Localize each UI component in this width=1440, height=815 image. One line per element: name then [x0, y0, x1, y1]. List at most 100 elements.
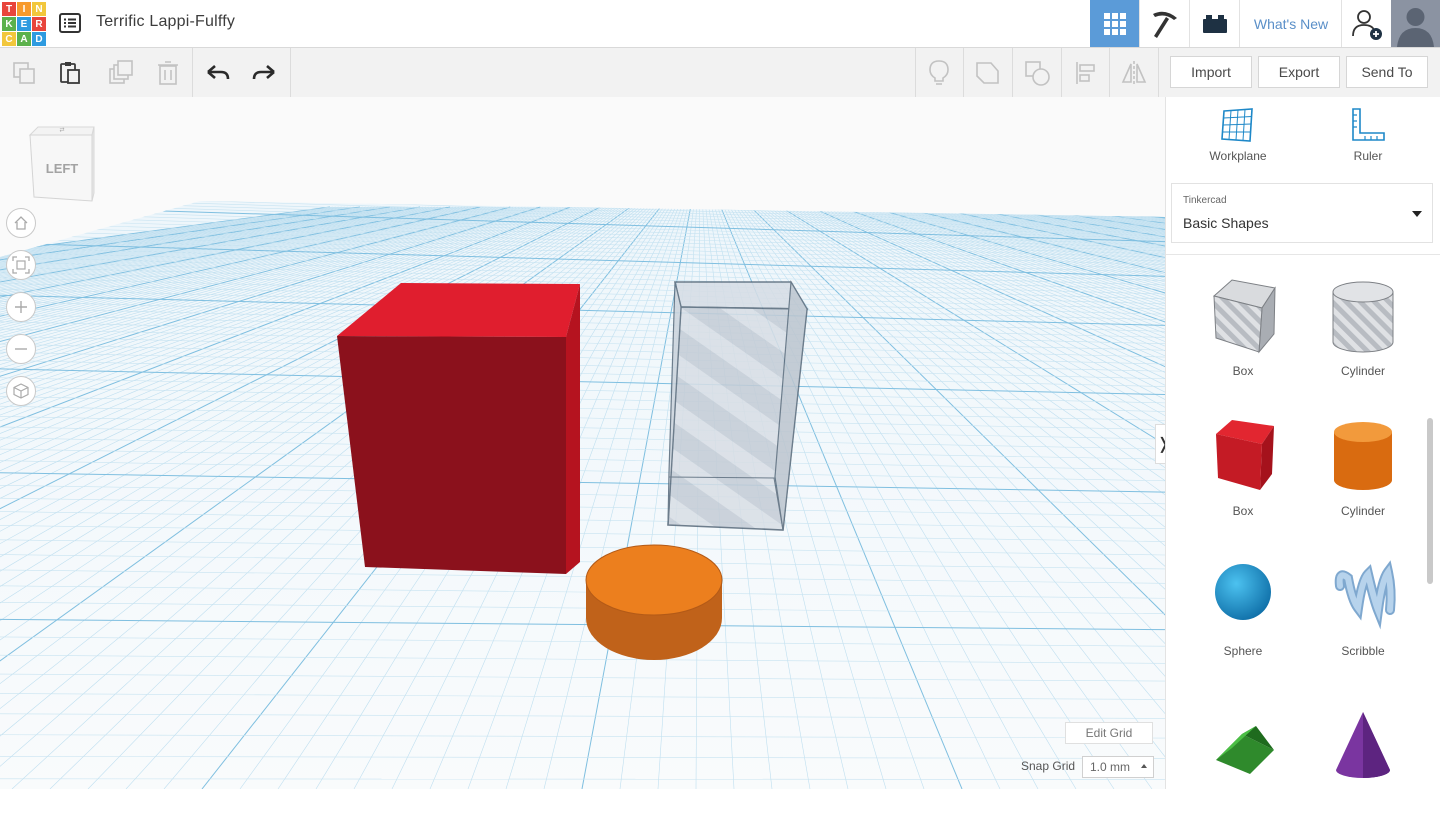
logo-letter: T	[2, 2, 16, 16]
caret-down-icon	[1412, 211, 1422, 217]
shape-label: Cylinder	[1340, 504, 1385, 518]
align-button[interactable]	[1062, 48, 1110, 97]
group-button[interactable]	[964, 48, 1012, 97]
red-box-icon	[1216, 420, 1274, 490]
ruler-icon	[1352, 108, 1385, 141]
ruler-tool[interactable]: Ruler	[1323, 107, 1413, 167]
logo-letter: E	[17, 17, 31, 31]
redo-icon	[252, 64, 275, 79]
add-user-icon	[1352, 9, 1382, 40]
shape-label: Cylinder	[1340, 364, 1385, 378]
mirror-button[interactable]	[1110, 48, 1158, 97]
view-cube-label: LEFT	[45, 161, 79, 176]
shape-cylinder-hole[interactable]: Cylinder	[1308, 270, 1418, 395]
add-user-button[interactable]	[1341, 0, 1392, 47]
sphere-icon	[1215, 564, 1271, 620]
cylinder-hole-icon	[1332, 281, 1394, 353]
logo-letter: I	[17, 2, 31, 16]
workplane-scene[interactable]	[0, 97, 1165, 789]
undo-button[interactable]	[194, 48, 242, 97]
grid-view-icon	[1103, 12, 1126, 35]
red-box-object[interactable]	[337, 283, 580, 574]
workplane-icon	[1221, 108, 1253, 142]
delete-icon	[158, 60, 178, 85]
home-icon	[14, 216, 28, 230]
notes-button[interactable]	[915, 48, 963, 97]
duplicate-button[interactable]	[96, 48, 144, 97]
workplane-label: Workplane	[1209, 149, 1267, 163]
shape-box[interactable]: Box	[1188, 410, 1298, 535]
shape-label: Scribble	[1341, 644, 1385, 658]
shape-scribble[interactable]: Scribble	[1308, 550, 1418, 675]
minus-icon	[15, 348, 27, 350]
library-group-label: Tinkercad	[1183, 195, 1227, 206]
lego-bricks-button[interactable]	[1189, 0, 1240, 47]
snap-grid-select[interactable]: 1.0 mm	[1082, 756, 1154, 778]
logo-letter: D	[32, 32, 46, 46]
logo-letter: K	[2, 17, 16, 31]
snap-grid-value: 1.0 mm	[1090, 760, 1131, 774]
minecraft-button[interactable]	[1139, 0, 1190, 47]
lightbulb-icon	[929, 59, 949, 85]
shapes-scrollbar[interactable]	[1427, 418, 1433, 584]
edit-grid-button[interactable]: Edit Grid	[1065, 722, 1153, 744]
shape-cylinder[interactable]: Cylinder	[1308, 410, 1418, 535]
perspective-cube-icon	[13, 383, 29, 399]
svg-text:⇄: ⇄	[59, 127, 64, 134]
design-list-icon[interactable]	[58, 11, 82, 35]
orange-cylinder-object[interactable]	[585, 544, 723, 660]
caret-up-icon	[1141, 764, 1147, 768]
copy-button[interactable]	[0, 48, 48, 97]
redo-button[interactable]	[240, 48, 288, 97]
purple-cone-icon	[1336, 712, 1390, 778]
snap-grid-label: Snap Grid	[1021, 759, 1076, 773]
perspective-toggle-button[interactable]	[6, 376, 36, 406]
bricks-icon	[1203, 14, 1227, 33]
home-view-button[interactable]	[6, 208, 36, 238]
send-to-button[interactable]: Send To	[1346, 56, 1428, 88]
tinkercad-logo[interactable]: T I N K E R C A D	[2, 2, 46, 46]
undo-icon	[207, 64, 230, 79]
shapes-panel: Workplane Ruler Tinkercad Basic Shapes B…	[1165, 97, 1440, 789]
shape-cone[interactable]	[1308, 690, 1418, 815]
export-button[interactable]: Export	[1258, 56, 1340, 88]
paste-icon	[60, 61, 80, 84]
shape-label: Sphere	[1223, 644, 1263, 658]
ungroup-button[interactable]	[1013, 48, 1061, 97]
box-hole-icon	[1212, 279, 1276, 354]
delete-button[interactable]	[144, 48, 192, 97]
ruler-label: Ruler	[1353, 149, 1383, 163]
whats-new-link[interactable]: What's New	[1239, 0, 1342, 47]
paste-button[interactable]	[46, 48, 94, 97]
shape-label: Box	[1232, 504, 1254, 518]
green-roof-icon	[1216, 726, 1274, 774]
zoom-out-button[interactable]	[6, 334, 36, 364]
shape-library-dropdown[interactable]: Tinkercad Basic Shapes	[1171, 183, 1433, 243]
logo-letter: R	[32, 17, 46, 31]
workplane-viewport[interactable]: ⇄ LEFT Edit Grid Snap Grid 1.0 mm	[0, 97, 1165, 789]
scribble-icon	[1334, 560, 1396, 630]
shapes-grid: Box Cylinder Box Cylinder Sphere Scribbl…	[1166, 254, 1440, 790]
orange-cylinder-icon	[1334, 422, 1392, 490]
edit-toolbar: Import Export Send To	[0, 48, 1440, 98]
grid-view-button[interactable]	[1090, 0, 1139, 47]
mirror-icon	[1121, 60, 1147, 85]
shape-label: Box	[1232, 364, 1254, 378]
shape-roof[interactable]	[1188, 690, 1298, 815]
design-title[interactable]: Terrific Lappi-Fulffy	[96, 13, 235, 31]
logo-letter: C	[2, 32, 16, 46]
pickaxe-icon	[1153, 11, 1177, 38]
import-button[interactable]: Import	[1170, 56, 1252, 88]
workplane-tool[interactable]: Workplane	[1193, 107, 1283, 167]
copy-icon	[13, 61, 35, 84]
hole-box-object[interactable]	[667, 280, 809, 531]
shape-sphere[interactable]: Sphere	[1188, 550, 1298, 675]
duplicate-icon	[109, 59, 133, 84]
shape-box-hole[interactable]: Box	[1188, 270, 1298, 395]
view-cube[interactable]: ⇄ LEFT	[26, 125, 98, 205]
zoom-in-button[interactable]	[6, 292, 36, 322]
user-avatar[interactable]	[1391, 0, 1440, 47]
library-name: Basic Shapes	[1183, 215, 1269, 231]
logo-letter: N	[32, 2, 46, 16]
fit-all-button[interactable]	[6, 250, 36, 280]
